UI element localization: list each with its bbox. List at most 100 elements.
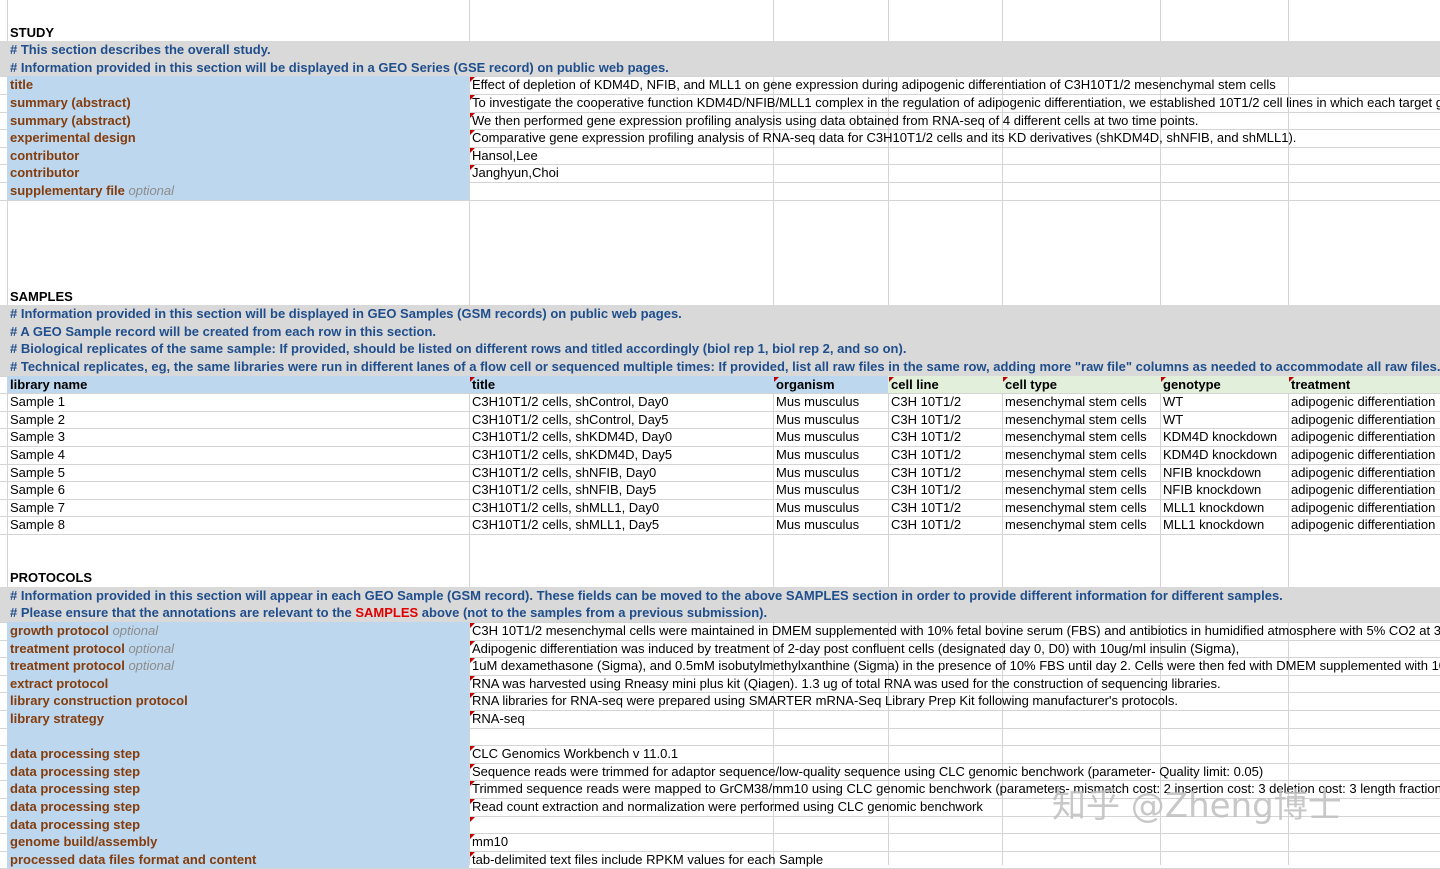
table-cell[interactable]: Sample 8 [7,516,469,534]
table-cell[interactable]: KDM4D knockdown [1160,428,1288,446]
comment-text[interactable]: # This section describes the overall stu… [7,41,1440,59]
comment-indicator-icon[interactable] [1161,376,1166,382]
table-cell[interactable]: Sample 6 [7,481,469,499]
field-label-cell[interactable]: title [7,76,469,94]
comment-text[interactable]: # Information provided in this section w… [7,59,1440,77]
table-cell[interactable]: Mus musculus [773,516,888,534]
comment-indicator-icon[interactable] [470,693,475,699]
comment-indicator-icon[interactable] [470,675,475,681]
table-cell[interactable]: Mus musculus [773,428,888,446]
field-value[interactable]: Hansol,Lee [469,147,1440,165]
table-cell[interactable]: Sample 7 [7,499,469,517]
comment-text[interactable]: # Please ensure that the annotations are… [7,604,1440,622]
comment-indicator-icon[interactable] [470,112,475,118]
table-cell[interactable]: C3H 10T1/2 [888,481,1002,499]
field-label-cell[interactable]: extract protocol [7,674,469,693]
table-cell[interactable]: Sample 3 [7,428,469,446]
table-cell[interactable]: C3H10T1/2 cells, shControl, Day0 [469,393,773,411]
table-cell[interactable]: C3H 10T1/2 [888,499,1002,517]
table-cell[interactable]: WT [1160,393,1288,411]
comment-indicator-icon[interactable] [1003,376,1008,382]
field-label-cell[interactable]: supplementary file optional [7,182,469,200]
comment-indicator-icon[interactable] [470,77,475,83]
column-header[interactable]: treatment [1288,375,1440,394]
table-cell[interactable]: adipogenic differentiation [1288,428,1440,446]
comment-indicator-icon[interactable] [470,711,475,716]
comment-indicator-icon[interactable] [889,376,894,382]
table-cell[interactable]: C3H10T1/2 cells, shKDM4D, Day5 [469,446,773,464]
comment-indicator-icon[interactable] [470,816,475,822]
table-cell[interactable]: C3H10T1/2 cells, shControl, Day5 [469,411,773,429]
section-title-protocols[interactable]: PROTOCOLS [7,569,307,587]
table-cell[interactable]: mesenchymal stem cells [1002,428,1160,446]
comment-indicator-icon[interactable] [470,834,475,840]
table-cell[interactable]: C3H 10T1/2 [888,428,1002,446]
field-value[interactable]: CLC Genomics Workbench v 11.0.1 [469,745,1440,763]
table-cell[interactable]: mesenchymal stem cells [1002,393,1160,411]
field-value[interactable]: RNA libraries for RNA-seq were prepared … [469,692,1440,710]
field-label-cell[interactable]: summary (abstract) [7,111,469,130]
comment-indicator-icon[interactable] [470,763,475,769]
field-value[interactable]: 1uM dexamethasone (Sigma), and 0.5mM iso… [469,657,1440,675]
field-value[interactable]: tab-delimited text files include RPKM va… [469,851,1440,869]
table-cell[interactable]: adipogenic differentiation [1288,516,1440,534]
table-cell[interactable]: NFIB knockdown [1160,464,1288,482]
comment-indicator-icon[interactable] [1289,376,1294,382]
table-cell[interactable]: adipogenic differentiation [1288,499,1440,517]
comment-indicator-icon[interactable] [470,658,475,664]
comment-indicator-icon[interactable] [470,130,475,136]
table-cell[interactable]: C3H10T1/2 cells, shMLL1, Day5 [469,516,773,534]
field-label-cell[interactable]: contributor [7,164,469,182]
table-cell[interactable]: Mus musculus [773,464,888,482]
comment-indicator-icon[interactable] [470,746,475,752]
field-value[interactable]: Janghyun,Choi [469,164,1440,182]
table-cell[interactable]: Mus musculus [773,481,888,499]
comment-text[interactable]: # Information provided in this section w… [7,305,1440,323]
table-cell[interactable]: adipogenic differentiation [1288,464,1440,482]
comment-indicator-icon[interactable] [470,781,475,787]
table-cell[interactable]: MLL1 knockdown [1160,516,1288,534]
field-value[interactable] [469,728,1440,746]
comment-text[interactable]: # Technical replicates, eg, the same lib… [7,358,1440,376]
field-label-cell[interactable]: treatment protocol optional [7,657,469,675]
table-cell[interactable]: C3H10T1/2 cells, shKDM4D, Day0 [469,428,773,446]
comment-indicator-icon[interactable] [774,376,779,382]
comment-text[interactable]: # Biological replicates of the same samp… [7,340,1440,358]
comment-indicator-icon[interactable] [470,95,475,100]
comment-indicator-icon[interactable] [470,799,475,804]
section-title-study[interactable]: STUDY [7,24,307,42]
table-cell[interactable]: C3H 10T1/2 [888,516,1002,534]
table-cell[interactable]: mesenchymal stem cells [1002,446,1160,464]
field-value[interactable]: Effect of depletion of KDM4D, NFIB, and … [469,76,1440,94]
field-label-cell[interactable]: library construction protocol [7,692,469,710]
section-title-samples[interactable]: SAMPLES [7,288,307,306]
field-value[interactable] [469,182,1440,200]
table-cell[interactable]: Sample 4 [7,446,469,464]
field-label-cell[interactable]: library strategy [7,710,469,728]
comment-indicator-icon[interactable] [470,165,475,171]
field-label-cell[interactable]: treatment protocol optional [7,639,469,658]
field-label-cell[interactable]: data processing step [7,780,469,798]
table-cell[interactable]: C3H10T1/2 cells, shNFIB, Day0 [469,464,773,482]
field-label-cell[interactable]: genome build/assembly [7,833,469,851]
table-cell[interactable]: C3H 10T1/2 [888,411,1002,429]
table-cell[interactable]: adipogenic differentiation [1288,393,1440,411]
table-cell[interactable]: mesenchymal stem cells [1002,516,1160,534]
table-cell[interactable]: WT [1160,411,1288,429]
table-cell[interactable]: Mus musculus [773,446,888,464]
column-header[interactable]: organism [773,375,888,394]
comment-text[interactable]: # A GEO Sample record will be created fr… [7,323,1440,341]
table-cell[interactable]: mesenchymal stem cells [1002,411,1160,429]
table-cell[interactable]: C3H 10T1/2 [888,393,1002,411]
table-cell[interactable]: C3H 10T1/2 [888,446,1002,464]
column-header[interactable]: library name [7,375,469,394]
table-cell[interactable]: mesenchymal stem cells [1002,464,1160,482]
field-value[interactable]: Adipogenic differentiation was induced b… [469,640,1440,658]
table-cell[interactable]: C3H 10T1/2 [888,464,1002,482]
field-label-cell[interactable]: experimental design [7,129,469,147]
field-label-cell[interactable]: data processing step [7,798,469,816]
comment-indicator-icon[interactable] [470,376,475,382]
table-cell[interactable]: C3H10T1/2 cells, shMLL1, Day0 [469,499,773,517]
field-label-cell[interactable]: processed data files format and content [7,850,469,869]
field-label-cell[interactable]: data processing step [7,762,469,781]
